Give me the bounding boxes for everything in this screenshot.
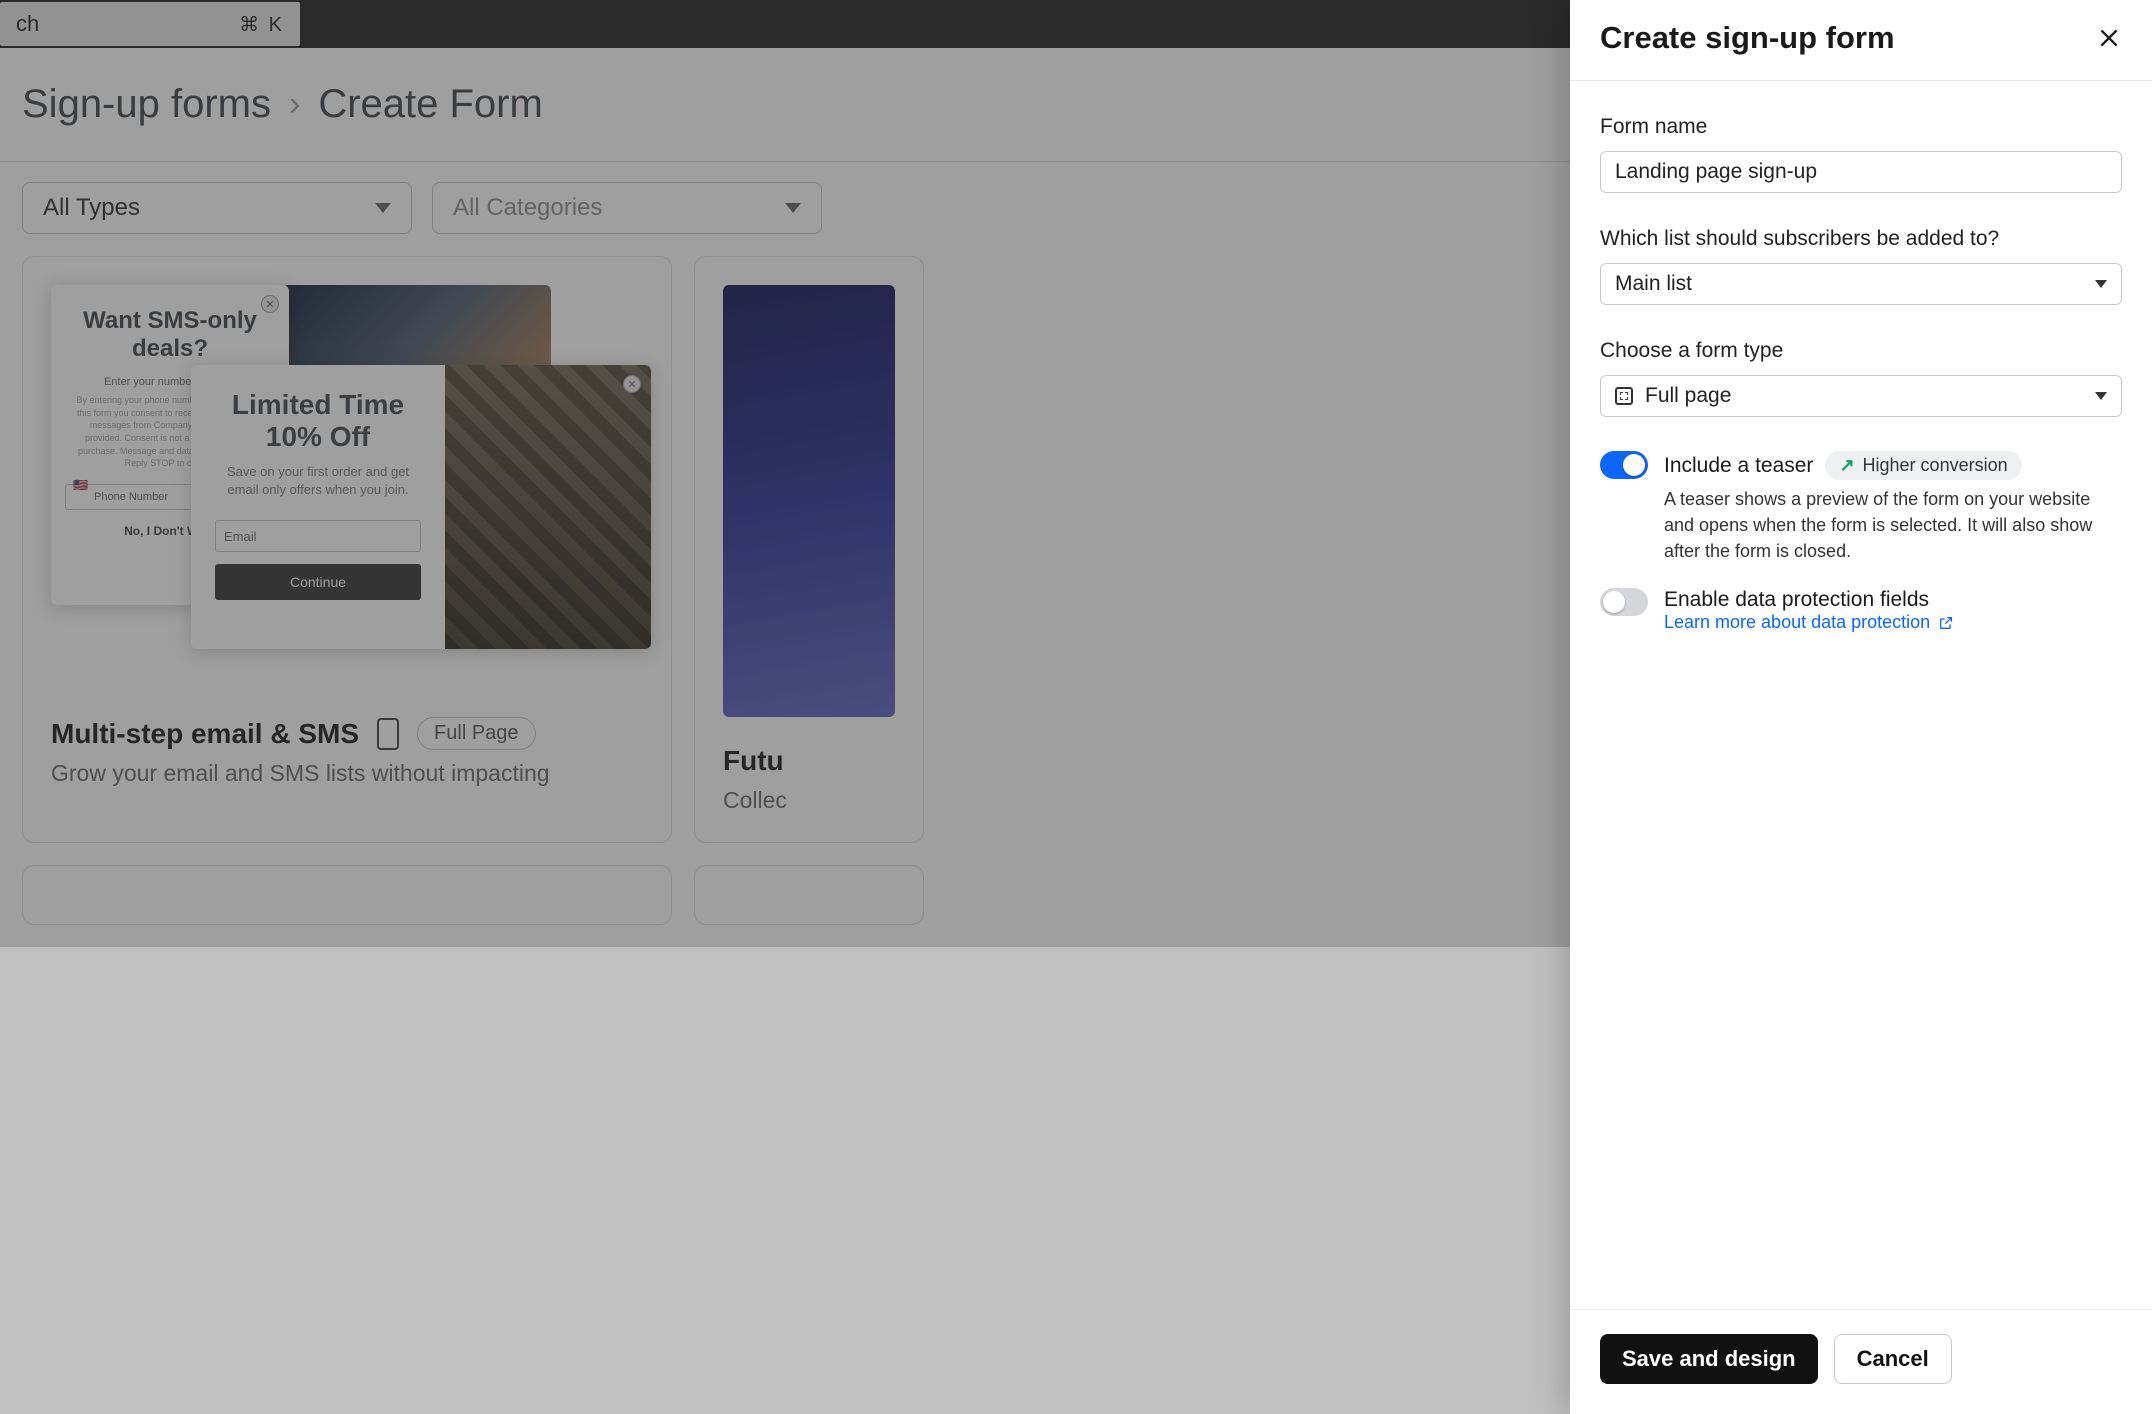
- gdpr-learn-more-link[interactable]: Learn more about data protection: [1664, 612, 1954, 633]
- panel-header: Create sign-up form: [1570, 0, 2152, 81]
- toggle-gdpr-row: Enable data protection fields Learn more…: [1600, 588, 2122, 633]
- field-list: Which list should subscribers be added t…: [1600, 227, 2122, 305]
- badge-text: Higher conversion: [1863, 455, 2008, 476]
- teaser-title: Include a teaser: [1664, 454, 1813, 478]
- trend-up-icon: ↗: [1839, 455, 1854, 476]
- gdpr-title: Enable data protection fields: [1664, 588, 1929, 612]
- form-type-value: Full page: [1645, 384, 1731, 408]
- chevron-down-icon: [2095, 280, 2107, 288]
- list-select-value: Main list: [1615, 272, 1692, 296]
- field-form-type: Choose a form type Full page: [1600, 339, 2122, 417]
- close-button[interactable]: [2096, 25, 2122, 51]
- fullpage-icon: [1615, 387, 1633, 405]
- list-label: Which list should subscribers be added t…: [1600, 227, 2122, 251]
- chevron-down-icon: [2095, 392, 2107, 400]
- gdpr-toggle[interactable]: [1600, 588, 1648, 616]
- panel-footer: Save and design Cancel: [1570, 1309, 2152, 1414]
- higher-conversion-badge: ↗ Higher conversion: [1825, 451, 2021, 480]
- teaser-toggle[interactable]: [1600, 451, 1648, 479]
- save-and-design-button[interactable]: Save and design: [1600, 1334, 1818, 1384]
- form-name-input[interactable]: [1600, 151, 2122, 193]
- form-name-label: Form name: [1600, 115, 2122, 139]
- teaser-desc: A teaser shows a preview of the form on …: [1664, 486, 2122, 564]
- list-select[interactable]: Main list: [1600, 263, 2122, 305]
- panel-title: Create sign-up form: [1600, 20, 1895, 56]
- field-form-name: Form name: [1600, 115, 2122, 193]
- external-link-icon: [1938, 615, 1954, 631]
- cancel-button[interactable]: Cancel: [1834, 1334, 1952, 1384]
- form-type-label: Choose a form type: [1600, 339, 2122, 363]
- gdpr-link-text: Learn more about data protection: [1664, 612, 1930, 633]
- form-type-select[interactable]: Full page: [1600, 375, 2122, 417]
- create-form-panel: Create sign-up form Form name Which list…: [1570, 0, 2152, 1414]
- toggle-teaser-row: Include a teaser ↗ Higher conversion A t…: [1600, 451, 2122, 564]
